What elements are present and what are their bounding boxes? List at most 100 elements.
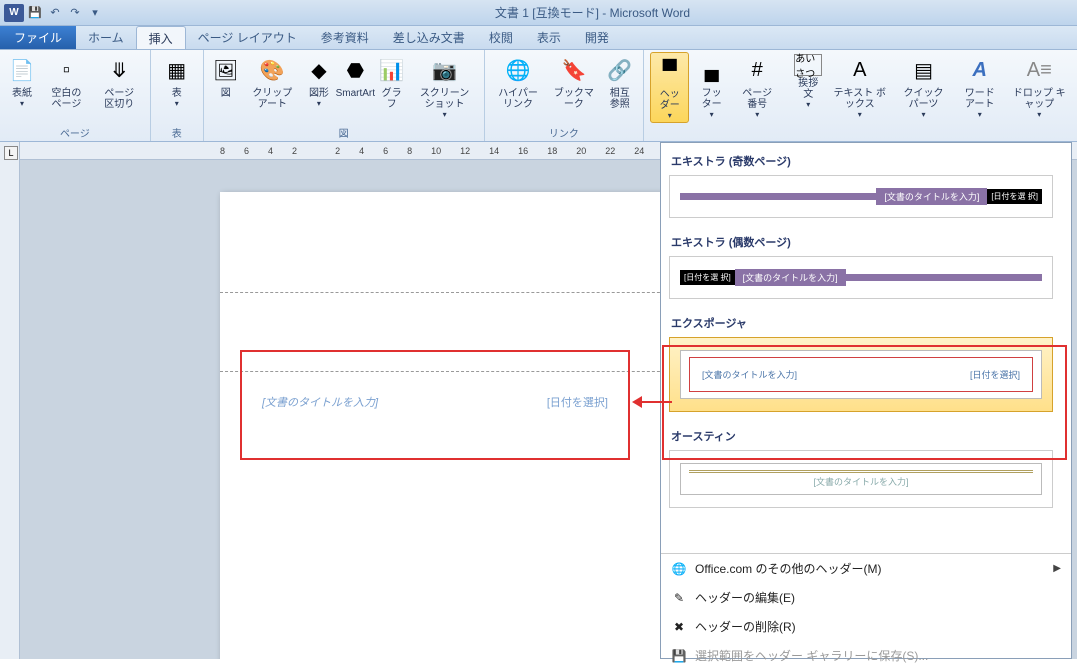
menu-more-from-office[interactable]: 🌐 Office.com のその他のヘッダー(M) ▶ xyxy=(661,554,1071,583)
tab-view[interactable]: 表示 xyxy=(525,26,573,49)
footer-button[interactable]: ▄フッター▾ xyxy=(693,52,730,121)
bookmark-button[interactable]: 🔖ブックマーク xyxy=(550,52,599,112)
gallery-section-austin: オースティン xyxy=(669,422,1053,450)
gallery-item-austin[interactable]: [文書のタイトルを入力] xyxy=(669,450,1053,508)
group-label-illustrations: 図 xyxy=(210,125,478,139)
header-button[interactable]: ▀ヘッダー▾ xyxy=(650,52,689,123)
hyperlink-button[interactable]: 🌐ハイパーリンク xyxy=(491,52,546,112)
clipart-button[interactable]: 🎨クリップ アート xyxy=(246,52,299,112)
textbox-icon: A xyxy=(844,54,876,86)
ribbon-tabs: ファイル ホーム 挿入 ページ レイアウト 参考資料 差し込み文書 校閲 表示 … xyxy=(0,26,1077,50)
shapes-button[interactable]: ◆図形▾ xyxy=(303,52,335,110)
tab-home[interactable]: ホーム xyxy=(76,26,136,49)
gallery-section-extra-odd: エキストラ (奇数ページ) xyxy=(669,147,1053,175)
save-icon[interactable]: 💾 xyxy=(26,4,44,22)
remove-header-icon: ✖ xyxy=(671,619,687,635)
menu-edit-label: ヘッダーの編集(E) xyxy=(695,589,795,606)
wordart-button[interactable]: Aワードアート▾ xyxy=(956,52,1004,121)
header-gallery-scroll[interactable]: エキストラ (奇数ページ) [文書のタイトルを入力] [日付を選 択] エキスト… xyxy=(661,143,1071,553)
cover-page-icon: 📄 xyxy=(6,54,38,86)
screenshot-icon: 📷 xyxy=(429,54,461,86)
save-to-gallery-icon: 💾 xyxy=(671,648,687,664)
gallery-item-extra-odd[interactable]: [文書のタイトルを入力] [日付を選 択] xyxy=(669,175,1053,218)
group-illustrations: 🖼図 🎨クリップ アート ◆図形▾ ⬣SmartArt 📊グラフ 📷スクリーン … xyxy=(204,50,485,141)
shapes-icon: ◆ xyxy=(303,54,335,86)
edit-header-icon: ✎ xyxy=(671,590,687,606)
tab-review[interactable]: 校閲 xyxy=(477,26,525,49)
header-gallery-dropdown: エキストラ (奇数ページ) [文書のタイトルを入力] [日付を選 択] エキスト… xyxy=(660,142,1072,659)
chart-icon: 📊 xyxy=(376,54,408,86)
tab-developer[interactable]: 開発 xyxy=(573,26,621,49)
cover-page-button[interactable]: 📄表紙▾ xyxy=(6,52,38,110)
gallery-extra-even-title: [文書のタイトルを入力] xyxy=(735,269,846,286)
bookmark-icon: 🔖 xyxy=(558,54,590,86)
menu-save-label: 選択範囲をヘッダー ギャラリーに保存(S)... xyxy=(695,647,928,664)
group-text: あいさつ挨拶文▾ Aテキスト ボックス▾ ▤クイック パーツ▾ Aワードアート▾… xyxy=(786,50,1077,141)
greeting-button[interactable]: あいさつ挨拶文▾ xyxy=(792,52,824,111)
tab-mailings[interactable]: 差し込み文書 xyxy=(381,26,477,49)
group-tables: ▦表▾ 表 xyxy=(151,50,204,141)
smartart-icon: ⬣ xyxy=(339,54,371,86)
gallery-extra-even-date: [日付を選 択] xyxy=(680,270,735,285)
gallery-item-exposure[interactable]: [文書のタイトルを入力] [日付を選択] xyxy=(669,337,1053,412)
tab-references[interactable]: 参考資料 xyxy=(309,26,381,49)
menu-remove-header[interactable]: ✖ ヘッダーの削除(R) xyxy=(661,612,1071,641)
hyperlink-icon: 🌐 xyxy=(502,54,534,86)
blank-page-icon: ▫ xyxy=(50,54,82,86)
table-icon: ▦ xyxy=(161,54,193,86)
group-label-links: リンク xyxy=(491,125,638,139)
pagenumber-icon: # xyxy=(741,54,773,86)
group-label-tables: 表 xyxy=(157,125,197,139)
gallery-austin-title: [文書のタイトルを入力] xyxy=(689,470,1033,488)
menu-more-label: Office.com のその他のヘッダー(M) xyxy=(695,560,881,577)
textbox-button[interactable]: Aテキスト ボックス▾ xyxy=(828,52,891,121)
pagenumber-button[interactable]: #ページ 番号▾ xyxy=(734,52,780,121)
page-break-button[interactable]: ⤋ページ 区切り xyxy=(95,52,144,112)
dropcap-button[interactable]: A≡ドロップ キャップ▾ xyxy=(1008,52,1071,121)
qat-customize-icon[interactable]: ▾ xyxy=(86,4,104,22)
smartart-button[interactable]: ⬣SmartArt xyxy=(339,52,372,101)
ribbon-body: 📄表紙▾ ▫空白の ページ ⤋ページ 区切り ページ ▦表▾ 表 🖼図 🎨クリッ… xyxy=(0,50,1077,142)
table-button[interactable]: ▦表▾ xyxy=(157,52,197,110)
page-header-zone xyxy=(220,292,680,372)
quickparts-button[interactable]: ▤クイック パーツ▾ xyxy=(895,52,952,121)
gallery-extra-odd-title: [文書のタイトルを入力] xyxy=(876,188,987,205)
title-bar: W 💾 ↶ ↷ ▾ 文書 1 [互換モード] - Microsoft Word xyxy=(0,0,1077,26)
tab-insert[interactable]: 挿入 xyxy=(136,26,186,49)
gallery-section-extra-even: エキストラ (偶数ページ) xyxy=(669,228,1053,256)
dropcap-icon: A≡ xyxy=(1023,54,1055,86)
tab-pagelayout[interactable]: ページ レイアウト xyxy=(186,26,309,49)
gallery-exposure-title: [文書のタイトルを入力] xyxy=(702,368,797,381)
greeting-icon: あいさつ xyxy=(794,54,822,76)
submenu-arrow-icon: ▶ xyxy=(1053,563,1061,574)
word-app-icon[interactable]: W xyxy=(4,4,24,22)
undo-icon[interactable]: ↶ xyxy=(46,4,64,22)
gallery-section-exposure: エクスポージャ xyxy=(669,309,1053,337)
header-icon: ▀ xyxy=(654,55,686,87)
blank-page-button[interactable]: ▫空白の ページ xyxy=(42,52,91,112)
menu-edit-header[interactable]: ✎ ヘッダーの編集(E) xyxy=(661,583,1071,612)
office-icon: 🌐 xyxy=(671,561,687,577)
vertical-ruler xyxy=(0,142,20,659)
tab-file[interactable]: ファイル xyxy=(0,26,76,49)
gallery-item-extra-even[interactable]: [日付を選 択] [文書のタイトルを入力] xyxy=(669,256,1053,299)
gallery-extra-odd-date: [日付を選 択] xyxy=(987,189,1042,204)
tab-selector-icon[interactable]: L xyxy=(4,146,18,160)
page-break-icon: ⤋ xyxy=(103,54,135,86)
header-gallery-menu: 🌐 Office.com のその他のヘッダー(M) ▶ ✎ ヘッダーの編集(E)… xyxy=(661,553,1071,670)
screenshot-button[interactable]: 📷スクリーン ショット▾ xyxy=(412,52,478,121)
group-label-pages: ページ xyxy=(6,125,144,139)
chart-button[interactable]: 📊グラフ xyxy=(376,52,408,112)
window-title: 文書 1 [互換モード] - Microsoft Word xyxy=(108,4,1077,21)
quickparts-icon: ▤ xyxy=(908,54,940,86)
crossref-button[interactable]: 🔗相互参照 xyxy=(602,52,637,112)
document-page[interactable] xyxy=(220,192,680,659)
footer-icon: ▄ xyxy=(696,54,728,86)
picture-icon: 🖼 xyxy=(210,54,242,86)
picture-button[interactable]: 🖼図 xyxy=(210,52,242,101)
redo-icon[interactable]: ↷ xyxy=(66,4,84,22)
quick-access-toolbar: W 💾 ↶ ↷ ▾ xyxy=(0,4,108,22)
group-headerfooter: ▀ヘッダー▾ ▄フッター▾ #ページ 番号▾ xyxy=(644,50,786,141)
menu-remove-label: ヘッダーの削除(R) xyxy=(695,618,796,635)
menu-save-to-gallery: 💾 選択範囲をヘッダー ギャラリーに保存(S)... xyxy=(661,641,1071,670)
